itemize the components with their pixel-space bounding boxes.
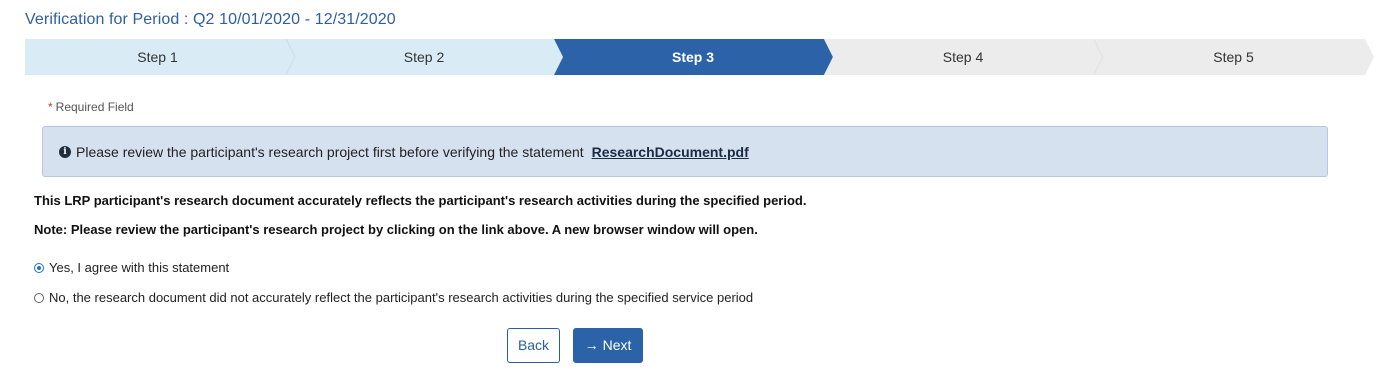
alert-message-line: Please review the participant's research… [76, 144, 749, 160]
required-field-label: Required Field [55, 100, 134, 114]
step-4-label: Step 4 [942, 49, 984, 65]
radio-yes-control[interactable] [34, 262, 44, 273]
radio-option-yes[interactable]: Yes, I agree with this statement [34, 260, 229, 275]
research-document-link[interactable]: ResearchDocument.pdf [592, 144, 749, 160]
info-alert: i Please review the participant's resear… [42, 126, 1328, 177]
step-3-label: Step 3 [671, 49, 714, 65]
radio-option-no[interactable]: No, the research document did not accura… [34, 290, 753, 305]
back-button[interactable]: Back [507, 328, 560, 363]
step-5-label: Step 5 [1213, 49, 1254, 65]
review-note: Note: Please review the participant's re… [34, 222, 758, 237]
step-2-label: Step 2 [403, 49, 445, 65]
radio-no-control[interactable] [34, 292, 44, 303]
next-button[interactable]: → Next [573, 328, 643, 363]
radio-no-label[interactable]: No, the research document did not accura… [49, 290, 753, 305]
progress-stepper: Step 1 Step 2 Step 3 Step 4 Step 5 [25, 39, 1375, 75]
next-button-label: Next [602, 337, 632, 353]
info-circle-icon: i [59, 146, 71, 158]
alert-message: Please review the participant's research… [76, 144, 584, 160]
required-asterisk-icon: * [48, 100, 53, 114]
page-title: Verification for Period : Q2 10/01/2020 … [25, 11, 396, 28]
arrow-right-icon: → [584, 337, 599, 353]
verification-statement: This LRP participant's research document… [34, 193, 807, 208]
radio-yes-label[interactable]: Yes, I agree with this statement [49, 260, 229, 275]
step-1-label: Step 1 [137, 49, 178, 65]
required-field-note: * Required Field [48, 100, 134, 114]
